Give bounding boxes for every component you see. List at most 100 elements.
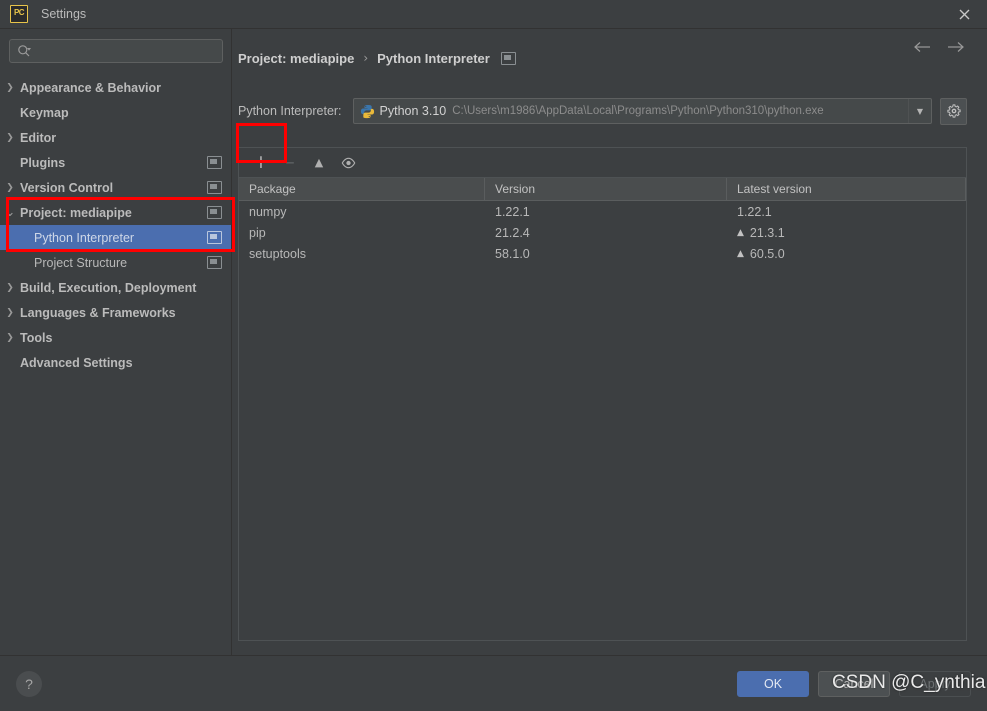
project-scope-icon: [207, 231, 222, 244]
sidebar-item-label: Tools: [20, 330, 53, 345]
title-bar: PC Settings: [0, 0, 987, 29]
window-title: Settings: [41, 7, 87, 21]
sidebar-item-label: Project Structure: [34, 255, 128, 270]
latest-version-text: 60.5.0: [749, 246, 785, 261]
settings-tree: ❯ Appearance & Behavior Keymap ❯ Editor Plugi…: [0, 73, 231, 655]
ok-button[interactable]: OK: [737, 670, 809, 697]
show-early-releases-button[interactable]: [335, 151, 361, 175]
dialog-body: ❯ Appearance & Behavior Keymap ❯ Editor Plugi…: [0, 29, 987, 655]
sidebar-item-label: Plugins: [20, 155, 66, 170]
sidebar-item-label: Languages & Frameworks: [20, 305, 176, 320]
footer-actions: OK Cancel Apply CSDN @C_ynthia: [737, 670, 985, 697]
table-row[interactable]: numpy 1.22.1 1.22.1: [239, 201, 966, 222]
pycharm-icon: PC: [10, 5, 28, 23]
project-scope-icon: [207, 256, 222, 269]
chevron-right-icon[interactable]: ❯: [0, 133, 20, 143]
eye-icon: [341, 157, 355, 168]
dialog-footer: ? OK Cancel Apply CSDN @C_ynthia: [0, 655, 987, 711]
chevron-down-icon[interactable]: ⌄: [0, 205, 20, 220]
cell-latest-version: ▲ 21.3.1: [727, 222, 966, 243]
cancel-button[interactable]: Cancel: [818, 670, 890, 697]
interpreter-name: Python 3.10: [379, 104, 447, 118]
sidebar-item-project-structure[interactable]: Project Structure: [0, 250, 231, 275]
interpreter-path: C:\Users\m1986\AppData\Local\Programs\Py…: [452, 105, 824, 117]
navigation-arrows: [913, 41, 965, 53]
chevron-right-icon[interactable]: ❯: [0, 308, 20, 318]
sidebar-item-label: Advanced Settings: [20, 355, 133, 370]
packages-table-body: numpy 1.22.1 1.22.1 pip 21.2.4 ▲ 21.3.1 setupto…: [239, 201, 966, 640]
python-logo-icon: [360, 104, 374, 118]
settings-sidebar: ❯ Appearance & Behavior Keymap ❯ Editor Plugi…: [0, 29, 232, 655]
upgrade-available-icon: ▲: [737, 248, 744, 259]
sidebar-item-plugins[interactable]: Plugins: [0, 150, 231, 175]
sidebar-item-label: Build, Execution, Deployment: [20, 280, 197, 295]
main-pane: Project: mediapipe › Python Interpreter: [232, 29, 987, 655]
interpreter-combobox[interactable]: Python 3.10 C:\Users\m1986\AppData\Local…: [352, 98, 932, 124]
cell-latest-version: 1.22.1: [727, 201, 966, 222]
remove-package-button: –: [285, 151, 295, 173]
gear-icon: [946, 104, 961, 118]
sidebar-item-advanced-settings[interactable]: Advanced Settings: [0, 350, 231, 375]
sidebar-item-label: Appearance & Behavior: [20, 80, 162, 95]
chevron-down-icon[interactable]: ▼: [908, 99, 931, 123]
project-scope-icon: [207, 181, 222, 194]
interpreter-label: Python Interpreter:: [238, 104, 342, 118]
add-package-button[interactable]: +: [248, 151, 274, 175]
table-row[interactable]: pip 21.2.4 ▲ 21.3.1: [239, 222, 966, 243]
sidebar-item-languages-frameworks[interactable]: ❯ Languages & Frameworks: [0, 300, 231, 325]
upgrade-available-icon: ▲: [737, 227, 744, 238]
sidebar-item-label: Python Interpreter: [34, 230, 135, 245]
cell-version: 21.2.4: [495, 225, 530, 240]
arrow-left-icon[interactable]: [913, 41, 932, 53]
cell-package: setuptools: [249, 246, 306, 261]
sidebar-item-label: Keymap: [20, 105, 69, 120]
project-scope-icon: [500, 51, 516, 65]
breadcrumb-leaf: Python Interpreter: [377, 50, 490, 66]
chevron-right-icon[interactable]: ❯: [0, 333, 20, 343]
breadcrumb: Project: mediapipe › Python Interpreter: [232, 29, 967, 77]
close-glyph: [959, 9, 969, 19]
chevron-right-icon[interactable]: ❯: [0, 283, 20, 293]
interpreter-row: Python Interpreter: Python 3.10 C:\Users…: [232, 77, 967, 131]
cell-package: pip: [249, 225, 266, 240]
cell-version: 58.1.0: [495, 246, 530, 261]
table-row[interactable]: setuptools 58.1.0 ▲ 60.5.0: [239, 243, 966, 264]
sidebar-item-version-control[interactable]: ❯ Version Control: [0, 175, 231, 200]
apply-button[interactable]: Apply: [899, 670, 971, 697]
search-wrapper: [0, 39, 231, 73]
interpreter-settings-button[interactable]: [940, 97, 967, 125]
sidebar-item-editor[interactable]: ❯ Editor: [0, 125, 231, 150]
chevron-right-icon[interactable]: ❯: [0, 183, 20, 193]
cell-version: 1.22.1: [495, 204, 530, 219]
sidebar-item-label: Project: mediapipe: [20, 205, 132, 220]
search-input[interactable]: [9, 39, 223, 63]
latest-version-text: 21.3.1: [749, 225, 785, 240]
column-header-version[interactable]: Version: [485, 178, 727, 200]
close-icon[interactable]: [941, 0, 987, 28]
column-header-latest-version[interactable]: Latest version: [727, 178, 966, 200]
arrow-right-icon[interactable]: [946, 41, 965, 53]
sidebar-item-build-execution-deployment[interactable]: ❯ Build, Execution, Deployment: [0, 275, 231, 300]
breadcrumb-separator: ›: [363, 51, 369, 65]
help-button[interactable]: ?: [16, 670, 42, 697]
cell-latest-version: ▲ 60.5.0: [727, 243, 966, 264]
sidebar-item-tools[interactable]: ❯ Tools: [0, 325, 231, 350]
sidebar-item-label: Editor: [20, 130, 57, 145]
breadcrumb-root[interactable]: Project: mediapipe: [238, 51, 354, 66]
sidebar-item-keymap[interactable]: Keymap: [0, 100, 231, 125]
cell-package: numpy: [249, 204, 287, 219]
settings-dialog: PC Settings ❯ Appearance & Behavior Keym…: [0, 0, 987, 711]
packages-panel: + – ▲ Package Version Latest version numpy…: [238, 147, 967, 641]
latest-version-text: 1.22.1: [737, 204, 772, 219]
column-header-package[interactable]: Package: [239, 178, 485, 200]
upgrade-package-button[interactable]: ▲: [306, 151, 332, 175]
packages-table-header: Package Version Latest version: [239, 178, 966, 201]
chevron-right-icon[interactable]: ❯: [0, 83, 20, 93]
project-scope-icon: [207, 156, 222, 169]
sidebar-item-project-mediapipe[interactable]: ⌄ Project: mediapipe: [0, 200, 231, 225]
sidebar-item-appearance-behavior[interactable]: ❯ Appearance & Behavior: [0, 75, 231, 100]
sidebar-item-python-interpreter[interactable]: Python Interpreter: [0, 225, 231, 250]
packages-toolbar: + – ▲: [239, 148, 966, 178]
project-scope-icon: [207, 206, 222, 219]
search-icon: [18, 45, 31, 57]
